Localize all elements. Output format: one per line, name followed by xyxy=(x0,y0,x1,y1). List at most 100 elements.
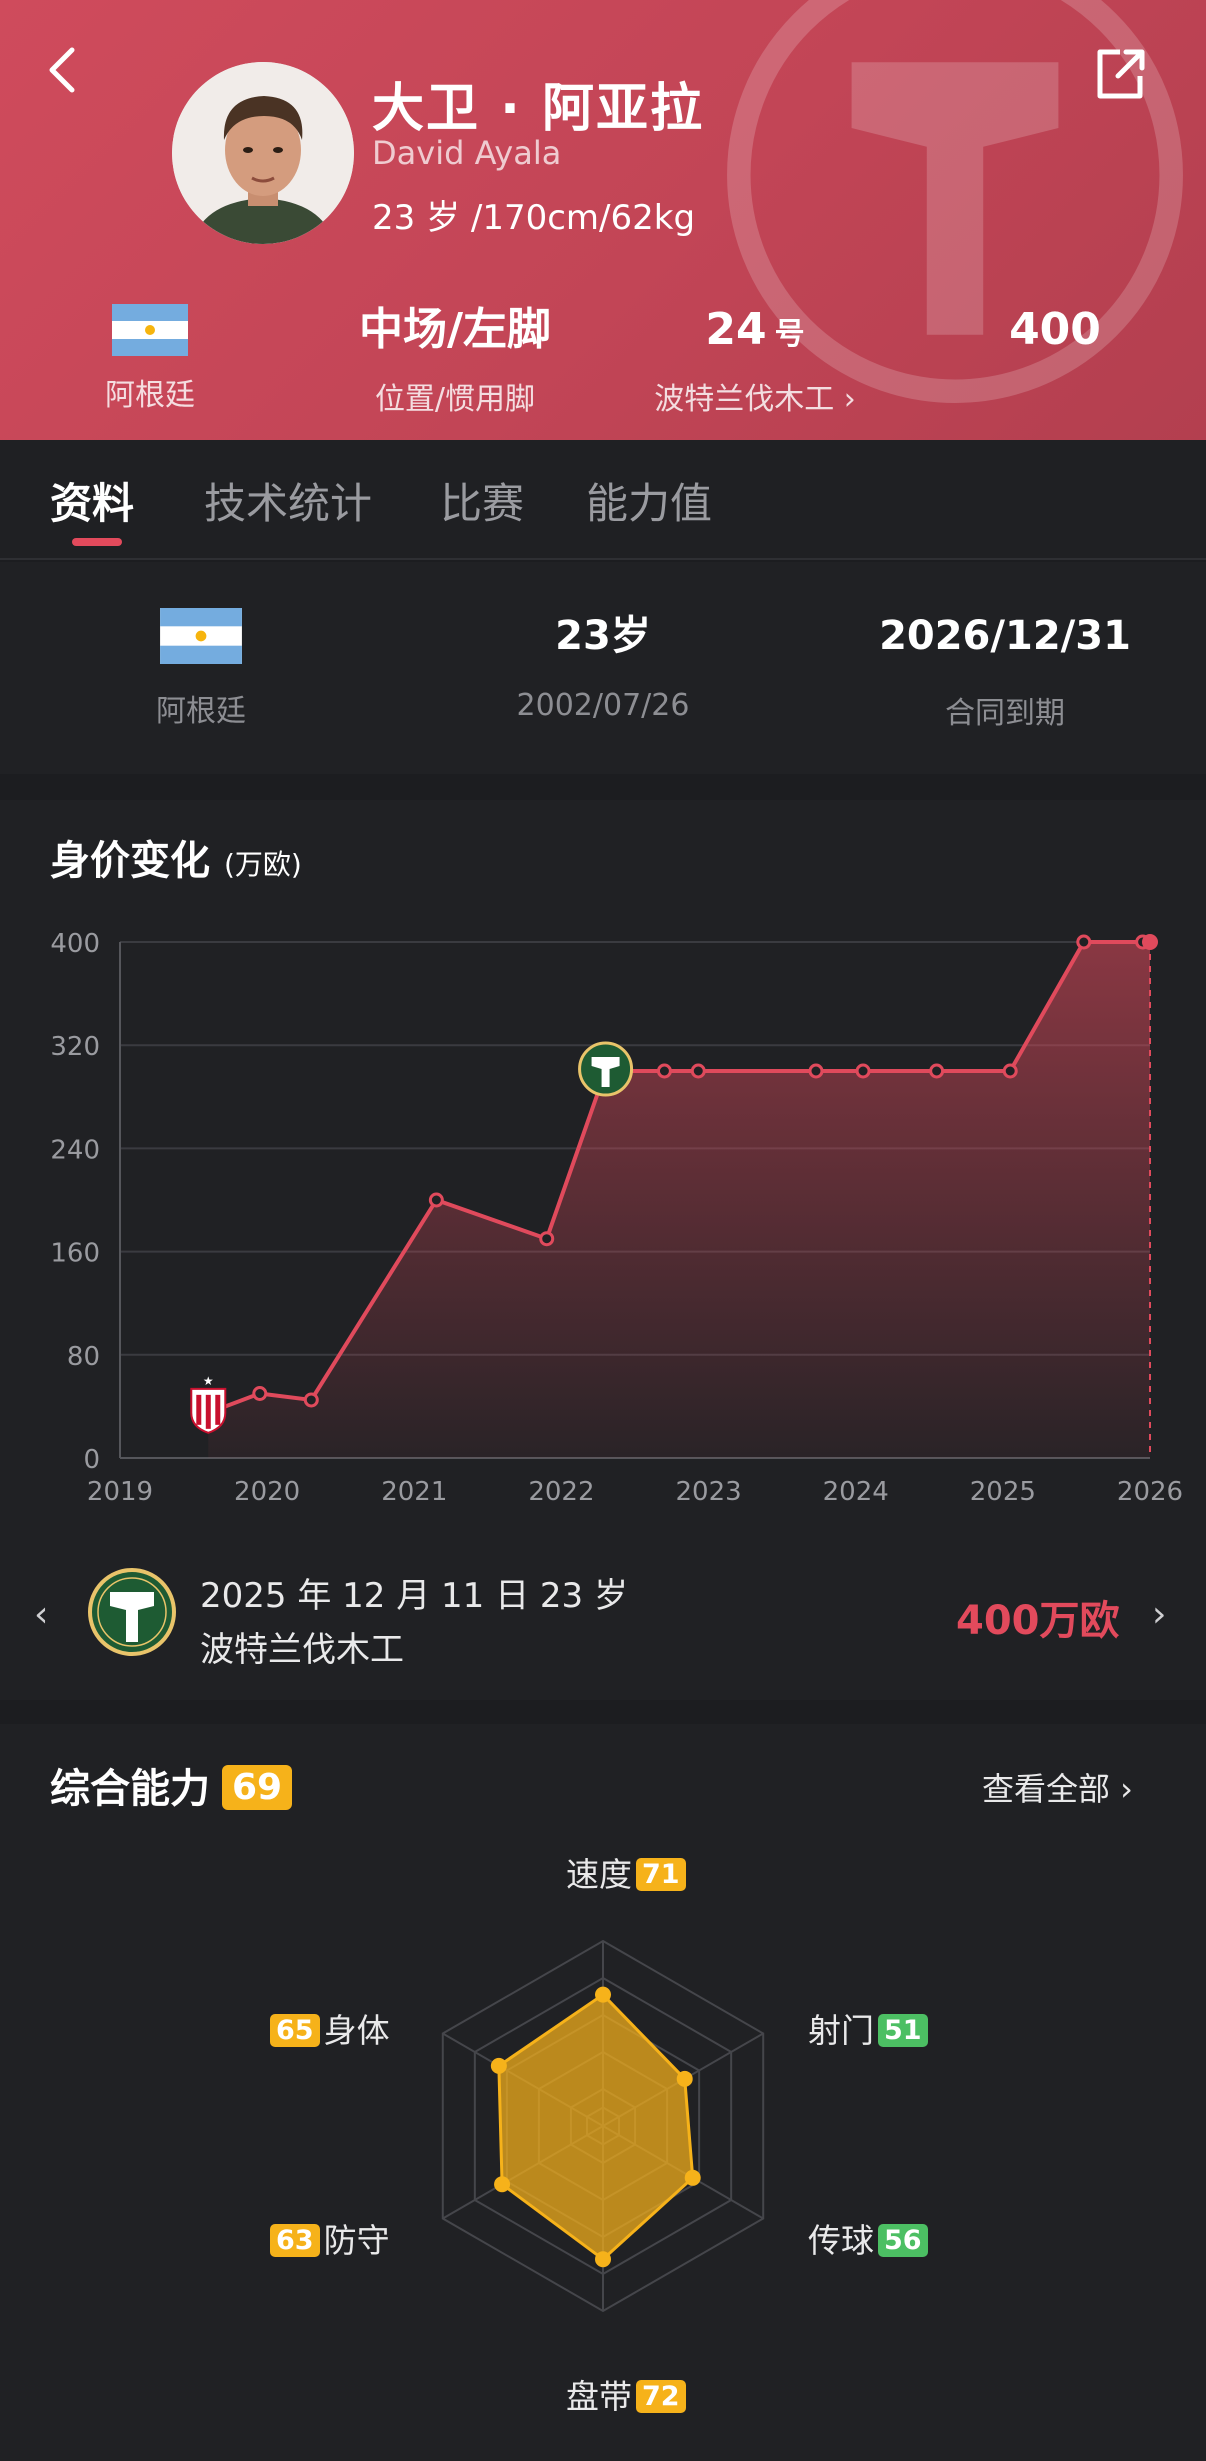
chart-point[interactable] xyxy=(929,1063,945,1079)
player-avatar xyxy=(172,62,354,244)
info-country-label: 阿根廷 xyxy=(156,694,246,729)
chart-point[interactable] xyxy=(808,1063,824,1079)
profile-info-card: 阿根廷 23岁 2002/07/26 2026/12/31 合同到期 xyxy=(0,562,1206,774)
y-tick-label: 400 xyxy=(50,929,100,959)
y-tick-label: 320 xyxy=(50,1032,100,1062)
shirt-number: 24 xyxy=(705,304,767,355)
market-value: 400 xyxy=(1009,304,1101,355)
x-tick-label: 2023 xyxy=(675,1477,741,1507)
radar-label: 63 防守 xyxy=(270,2214,390,2262)
tab-matches[interactable]: 比赛 xyxy=(440,470,524,531)
argentina-flag-icon xyxy=(160,608,242,664)
tab-profile[interactable]: 资料 xyxy=(50,470,134,531)
argentina-flag-icon xyxy=(112,304,188,356)
radar-label-value: 71 xyxy=(636,1858,686,1891)
active-tab-indicator xyxy=(72,538,122,546)
radar-point xyxy=(595,1986,611,2003)
radar-label-value: 65 xyxy=(270,2014,320,2047)
radar-point xyxy=(494,2176,511,2193)
y-tick-label: 240 xyxy=(50,1135,100,1165)
history-date-age: 2025 年 12 月 11 日 23 岁 xyxy=(200,1576,628,1616)
stat-nationality-label: 阿根廷 xyxy=(105,378,195,413)
radar-label-name: 身体 xyxy=(323,2011,390,2050)
market-value-chart: 0 80 160 240 320 400 2019 2020 2021 2022 2023 2024… xyxy=(50,929,1183,1507)
chart-point[interactable] xyxy=(690,1063,706,1079)
x-tick-label: 2024 xyxy=(823,1477,889,1507)
ability-radar-chart xyxy=(441,1939,765,2313)
player-age-height-weight: 23 岁 /170cm/62kg xyxy=(372,198,696,238)
portland-timbers-crest-icon xyxy=(578,1041,634,1097)
tab-bar: 资料 技术统计 比赛 能力值 xyxy=(0,440,1206,560)
radar-label: 盘带 72 xyxy=(566,2370,686,2418)
info-contract: 2026/12/31 合同到期 xyxy=(804,606,1206,732)
market-value-title: 身价变化 (万欧) xyxy=(50,838,302,884)
radar-label-name: 传球 xyxy=(808,2221,874,2260)
radar-point xyxy=(490,2057,507,2074)
radar-point xyxy=(676,2070,693,2087)
stat-position-value: 中场/左脚 xyxy=(358,304,552,355)
chart-point[interactable] xyxy=(855,1063,871,1079)
info-birthday: 2002/07/26 xyxy=(516,688,690,723)
chart-point[interactable] xyxy=(656,1063,672,1079)
player-name: 大卫 · 阿亚拉 xyxy=(372,79,704,139)
x-tick-label: 2025 xyxy=(970,1477,1036,1507)
stat-nationality: 阿根廷 xyxy=(90,300,210,414)
x-tick-label: 2020 xyxy=(234,1477,300,1507)
svg-text:★: ★ xyxy=(203,1374,214,1388)
shirt-number-unit: 号 xyxy=(774,317,805,352)
player-photo-icon xyxy=(172,62,354,244)
chart-point[interactable] xyxy=(539,1231,555,1247)
y-tick-label: 160 xyxy=(50,1239,100,1269)
stat-market-value: 400 xyxy=(980,300,1130,360)
radar-label-value: 72 xyxy=(636,2380,686,2413)
chart-point[interactable] xyxy=(428,1192,444,1208)
chart-point[interactable] xyxy=(252,1386,268,1401)
back-icon[interactable] xyxy=(40,40,90,110)
chart-area xyxy=(208,942,1151,1458)
market-value-unit: (万欧) xyxy=(223,848,302,881)
player-header: 大卫 · 阿亚拉 David Ayala 23 岁 /170cm/62kg 阿根… xyxy=(0,0,1206,440)
radar-label: 传球 56 xyxy=(808,2214,928,2262)
prev-record-chevron-icon[interactable]: ‹ xyxy=(34,1594,48,1635)
radar-label-value: 63 xyxy=(270,2224,320,2257)
next-record-chevron-icon[interactable]: › xyxy=(1152,1594,1166,1635)
value-history-row: ‹ 2025 年 12 月 11 日 23 岁 波特兰伐木工 400万欧 › xyxy=(0,1556,1206,1676)
radar-point xyxy=(684,2169,701,2186)
chart-point[interactable] xyxy=(1076,934,1092,950)
info-contract-value: 2026/12/31 xyxy=(879,613,1131,659)
radar-label-name: 防守 xyxy=(323,2221,390,2260)
y-tick-label: 0 xyxy=(83,1445,100,1475)
stat-position-label: 位置/惯用脚 xyxy=(374,382,536,417)
x-tick-label: 2019 xyxy=(87,1477,153,1507)
radar-label-name: 射门 xyxy=(808,2011,874,2050)
tab-tech-stats[interactable]: 技术统计 xyxy=(204,470,372,531)
chart-point[interactable] xyxy=(303,1392,319,1408)
chart-point-current[interactable] xyxy=(1142,934,1158,950)
club-link[interactable]: 波特兰伐木工 › xyxy=(630,374,880,418)
radar-label: 65 身体 xyxy=(270,2004,390,2052)
y-tick-label: 80 xyxy=(67,1342,100,1372)
chart-point[interactable] xyxy=(1002,1063,1018,1079)
x-tick-label: 2022 xyxy=(528,1477,594,1507)
radar-point xyxy=(595,2251,611,2268)
radar-label-name: 速度 xyxy=(566,1855,632,1894)
estudiantes-crest-icon: ★ xyxy=(190,1374,227,1434)
info-age: 23岁 2002/07/26 xyxy=(402,606,804,723)
radar-label-name: 盘带 xyxy=(566,2377,632,2416)
radar-label: 速度 71 xyxy=(566,1848,686,1896)
portland-timbers-crest-icon xyxy=(88,1568,176,1656)
share-icon[interactable] xyxy=(1090,44,1150,104)
player-name-english: David Ayala xyxy=(372,134,562,172)
x-tick-label: 2026 xyxy=(1117,1477,1183,1507)
ability-radar-area xyxy=(497,1992,695,2262)
history-value: 400万欧 xyxy=(956,1598,1120,1644)
history-club: 波特兰伐木工 xyxy=(200,1630,404,1670)
info-country: 阿根廷 xyxy=(0,606,402,730)
radar-label: 射门 51 xyxy=(808,2004,928,2052)
info-age-value: 23岁 xyxy=(555,613,651,659)
stat-club-number[interactable]: 24 号 波特兰伐木工 › xyxy=(630,300,880,418)
radar-label-value: 56 xyxy=(878,2224,928,2257)
radar-label-value: 51 xyxy=(878,2014,928,2047)
stat-position: 中场/左脚 位置/惯用脚 xyxy=(340,300,570,418)
tab-abilities[interactable]: 能力值 xyxy=(586,470,712,531)
